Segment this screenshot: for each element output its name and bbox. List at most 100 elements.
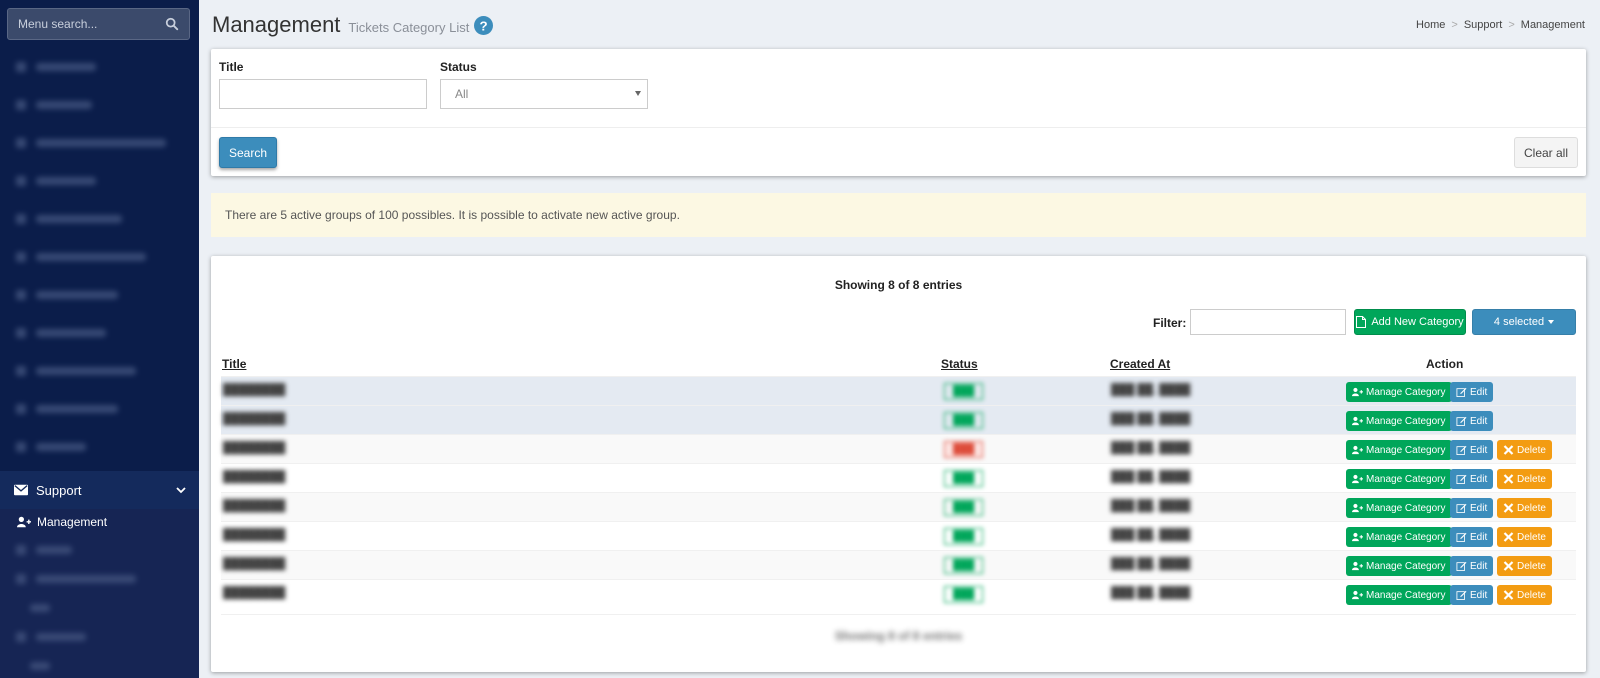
status-badge: ███	[944, 499, 984, 516]
edit-button[interactable]: Edit	[1450, 556, 1494, 576]
menu-search-placeholder: Menu search...	[18, 17, 98, 31]
user-plus-icon	[1352, 532, 1363, 542]
table-row[interactable]: ████████ ███ ███ ██, ████ Manage Categor…	[221, 434, 1576, 463]
breadcrumb: Home > Support > Management	[1416, 19, 1585, 31]
edit-icon	[1456, 503, 1467, 513]
edit-button[interactable]: Edit	[1450, 469, 1494, 489]
table-row[interactable]: ████████ ███ ███ ██, ████ Manage Categor…	[221, 463, 1576, 492]
manage-category-button[interactable]: Manage Category	[1346, 585, 1452, 605]
user-plus-icon	[1352, 474, 1363, 484]
sidebar-item[interactable]	[0, 200, 199, 238]
sidebar-item[interactable]	[0, 162, 199, 200]
manage-category-label: Manage Category	[1366, 415, 1446, 427]
sidebar-item[interactable]	[0, 390, 199, 428]
manage-category-button[interactable]: Manage Category	[1346, 382, 1452, 402]
delete-label: Delete	[1517, 502, 1546, 514]
table-row[interactable]: ████████ ███ ███ ██, ████ Manage Categor…	[221, 376, 1576, 405]
table-body: ████████ ███ ███ ██, ████ Manage Categor…	[221, 376, 1576, 608]
sidebar-item[interactable]	[0, 238, 199, 276]
delete-button[interactable]: Delete	[1497, 498, 1552, 518]
manage-category-label: Manage Category	[1366, 444, 1446, 456]
edit-label: Edit	[1470, 589, 1488, 601]
menu-search-input[interactable]: Menu search...	[7, 8, 190, 40]
breadcrumb-support[interactable]: Support	[1464, 19, 1503, 31]
status-badge: ███	[944, 412, 984, 429]
row-created-at-blurred: ███ ██, ████	[1111, 442, 1191, 454]
table-row[interactable]: ████████ ███ ███ ██, ████ Manage Categor…	[221, 492, 1576, 521]
sidebar-item[interactable]	[0, 48, 199, 86]
edit-button[interactable]: Edit	[1450, 440, 1494, 460]
main-content: Management Tickets Category List ? Home …	[199, 0, 1600, 678]
manage-category-button[interactable]: Manage Category	[1346, 440, 1452, 460]
edit-icon	[1456, 445, 1467, 455]
title-filter-input[interactable]	[219, 79, 427, 109]
breadcrumb-current: Management	[1520, 19, 1585, 31]
status-select[interactable]: All	[440, 79, 648, 109]
edit-label: Edit	[1470, 502, 1488, 514]
clear-all-button[interactable]: Clear all	[1514, 137, 1578, 168]
sidebar-item[interactable]	[0, 564, 199, 593]
edit-button[interactable]: Edit	[1450, 411, 1494, 431]
selected-dropdown-button[interactable]: 4 selected	[1472, 309, 1576, 335]
entries-count-footer: Showing 8 of 8 entries	[834, 629, 963, 643]
search-button[interactable]: Search	[219, 137, 277, 168]
sidebar-item[interactable]	[0, 651, 199, 678]
delete-label: Delete	[1517, 444, 1546, 456]
sidebar-item[interactable]	[0, 314, 199, 352]
status-badge: ███	[944, 586, 984, 603]
sidebar-item-management[interactable]: Management	[0, 509, 199, 535]
user-plus-icon	[1352, 445, 1363, 455]
manage-category-button[interactable]: Manage Category	[1346, 498, 1452, 518]
column-header-created-at[interactable]: Created At	[1110, 357, 1170, 371]
edit-icon	[1456, 387, 1467, 397]
delete-button[interactable]: Delete	[1497, 440, 1552, 460]
edit-icon	[1456, 590, 1467, 600]
edit-button[interactable]: Edit	[1450, 382, 1494, 402]
category-table-panel: Showing 8 of 8 entries Filter: Add New C…	[211, 256, 1586, 672]
status-badge: ███	[944, 557, 984, 574]
user-plus-icon	[1352, 503, 1363, 513]
help-icon[interactable]: ?	[474, 16, 494, 35]
search-icon[interactable]	[165, 17, 179, 31]
manage-category-button[interactable]: Manage Category	[1346, 556, 1452, 576]
table-row[interactable]: ████████ ███ ███ ██, ████ Manage Categor…	[221, 579, 1576, 608]
sidebar-item[interactable]	[0, 428, 199, 466]
edit-label: Edit	[1470, 444, 1488, 456]
sidebar-item[interactable]	[0, 622, 199, 651]
row-title-blurred: ████████	[223, 529, 286, 541]
table-row[interactable]: ████████ ███ ███ ██, ████ Manage Categor…	[221, 405, 1576, 434]
sidebar-item[interactable]	[0, 86, 199, 124]
edit-button[interactable]: Edit	[1450, 585, 1494, 605]
delete-button[interactable]: Delete	[1497, 556, 1552, 576]
sidebar-item[interactable]	[0, 535, 199, 564]
table-row[interactable]: ████████ ███ ███ ██, ████ Manage Categor…	[221, 550, 1576, 579]
column-header-status[interactable]: Status	[941, 357, 978, 371]
row-title-blurred: ████████	[223, 500, 286, 512]
column-header-title[interactable]: Title	[222, 357, 246, 371]
svg-text:?: ?	[480, 18, 488, 33]
sidebar-item[interactable]	[0, 124, 199, 162]
manage-category-button[interactable]: Manage Category	[1346, 411, 1452, 431]
table-filter-input[interactable]	[1190, 309, 1346, 335]
breadcrumb-home[interactable]: Home	[1416, 19, 1445, 31]
manage-category-button[interactable]: Manage Category	[1346, 469, 1452, 489]
user-plus-icon	[1352, 416, 1363, 426]
sidebar-item-support[interactable]: Support	[0, 471, 199, 509]
edit-button[interactable]: Edit	[1450, 527, 1494, 547]
manage-category-label: Manage Category	[1366, 531, 1446, 543]
table-row[interactable]: ████████ ███ ███ ██, ████ Manage Categor…	[221, 521, 1576, 550]
add-new-category-button[interactable]: Add New Category	[1354, 309, 1466, 335]
sidebar-item[interactable]	[0, 276, 199, 314]
delete-label: Delete	[1517, 589, 1546, 601]
chevron-down-icon	[176, 487, 186, 494]
edit-button[interactable]: Edit	[1450, 498, 1494, 518]
divider	[211, 127, 1586, 128]
sidebar-item[interactable]	[0, 593, 199, 622]
sidebar-nav-blurred	[0, 48, 199, 466]
manage-category-button[interactable]: Manage Category	[1346, 527, 1452, 547]
delete-button[interactable]: Delete	[1497, 469, 1552, 489]
manage-category-label: Manage Category	[1366, 473, 1446, 485]
delete-button[interactable]: Delete	[1497, 527, 1552, 547]
delete-button[interactable]: Delete	[1497, 585, 1552, 605]
sidebar-item[interactable]	[0, 352, 199, 390]
